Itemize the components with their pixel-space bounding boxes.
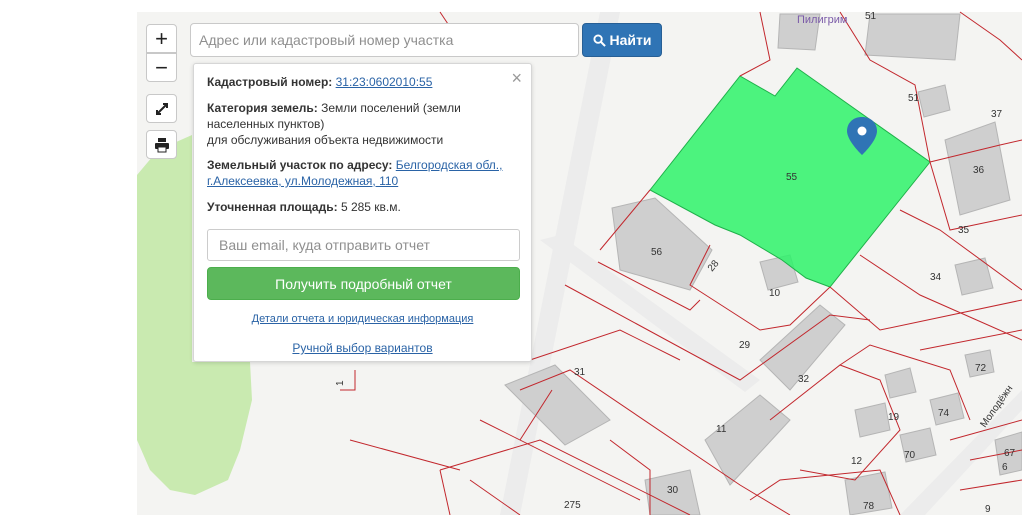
parcel-number: 9 <box>985 504 991 515</box>
parcel-number: 72 <box>975 363 987 374</box>
parcel-number: 51 <box>908 93 920 104</box>
search-input[interactable] <box>190 23 579 57</box>
fullscreen-button[interactable] <box>146 94 177 123</box>
parcel-number: 67 <box>1004 448 1016 459</box>
parcel-number: 30 <box>667 485 679 496</box>
parcel-number: 78 <box>863 501 875 512</box>
search-button[interactable]: Найти <box>582 23 662 57</box>
address-link[interactable]: г.Алексеевка, ул.Молодежная, 110 <box>207 174 398 188</box>
parcel-number: 6 <box>1002 462 1008 473</box>
parcel-number: 11 <box>716 424 727 435</box>
email-field[interactable] <box>207 229 520 261</box>
building <box>864 13 961 61</box>
parcel-number: 51 <box>865 11 877 22</box>
parcel-number: 70 <box>904 450 916 461</box>
parcel-number: 34 <box>930 272 942 283</box>
parcel-info-popup: × Кадастровый номер: 31:23:0602010:55 Ка… <box>193 63 532 362</box>
parcel-number: 1 <box>335 380 346 386</box>
zoom-in-button[interactable]: + <box>146 24 177 53</box>
parcel-number: 32 <box>798 374 810 385</box>
parcel-number: 55 <box>786 172 798 183</box>
cadastral-number-link[interactable]: 31:23:0602010:55 <box>336 75 433 89</box>
expand-icon <box>155 102 168 115</box>
street-label: Пилигрим <box>797 14 847 26</box>
parcel-number: 37 <box>991 109 1003 120</box>
parcel-number: 19 <box>888 412 900 423</box>
cadastral-label: Кадастровый номер: <box>207 75 333 89</box>
print-button[interactable] <box>146 130 177 159</box>
get-report-button[interactable]: Получить подробный отчет <box>207 267 520 300</box>
manual-selection-link[interactable]: Ручной выбор вариантов <box>292 341 432 355</box>
category-value: для обслуживания объекта недвижимости <box>207 133 444 147</box>
printer-icon <box>154 137 169 152</box>
parcel-number: 10 <box>769 288 781 299</box>
parcel-number: 56 <box>651 247 663 258</box>
area-label: Уточненная площадь: <box>207 200 338 214</box>
parcel-number: 35 <box>958 225 970 236</box>
category-value: населенных пунктов) <box>207 117 325 131</box>
parcel-number: 12 <box>851 456 863 467</box>
parcel-number: 36 <box>973 165 985 176</box>
search-icon <box>592 33 606 47</box>
parcel-number: 29 <box>739 340 751 351</box>
address-label: Земельный участок по адресу: <box>207 158 393 172</box>
category-label: Категория земель: <box>207 101 318 115</box>
zoom-out-button[interactable]: − <box>146 53 177 82</box>
category-value: Земли поселений (земли <box>321 101 461 115</box>
area-value: 5 285 кв.м. <box>340 200 401 214</box>
details-link[interactable]: Детали отчета и юридическая информация <box>252 313 474 325</box>
parcel-number: 74 <box>938 408 950 419</box>
parcel-number: 275 <box>564 500 581 511</box>
parcel-number: 31 <box>574 367 586 378</box>
search-button-label: Найти <box>609 32 652 48</box>
address-link[interactable]: Белгородская обл., <box>396 158 503 172</box>
